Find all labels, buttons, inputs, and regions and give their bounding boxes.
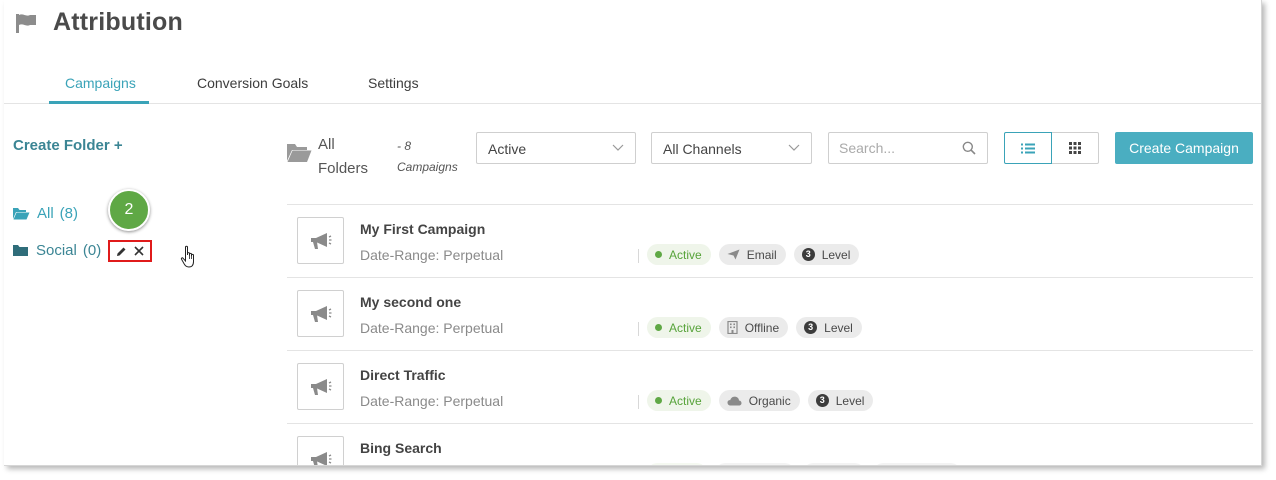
channel-filter-value: All Channels xyxy=(663,141,742,157)
tab-conversion-goals[interactable]: Conversion Goals xyxy=(197,75,308,91)
level-number: 3 xyxy=(815,394,829,407)
flag-icon xyxy=(16,14,36,33)
tab-campaigns[interactable]: Campaigns xyxy=(65,75,136,91)
channel-badge: Offline xyxy=(718,317,789,338)
status-dot-icon xyxy=(655,397,662,404)
level-number: 3 xyxy=(804,321,818,334)
search-input[interactable] xyxy=(829,133,949,163)
chevron-down-icon xyxy=(788,144,800,151)
channel-badge: Email xyxy=(718,244,786,265)
active-tab-indicator xyxy=(49,101,149,104)
campaign-name[interactable]: Bing Search xyxy=(360,440,442,456)
campaign-tags xyxy=(647,463,969,465)
level-badge-label: Level xyxy=(821,247,851,262)
chevron-down-icon xyxy=(612,144,624,151)
status-badge-label: Active xyxy=(669,393,702,408)
campaign-date-range: Date-Range: Perpetual xyxy=(360,393,504,409)
channel-badge-label: Offline xyxy=(744,320,780,335)
level-number: 3 xyxy=(801,248,815,261)
send-icon xyxy=(727,249,740,260)
megaphone-icon xyxy=(310,378,331,395)
cloud-icon xyxy=(727,396,742,406)
folder-count: (8) xyxy=(59,205,79,222)
campaign-thumbnail xyxy=(297,217,344,264)
level-badge-label: Level xyxy=(835,393,865,408)
search-field xyxy=(828,132,988,164)
folder-label: All xyxy=(37,205,54,222)
pencil-icon[interactable] xyxy=(116,246,127,257)
create-campaign-button[interactable]: Create Campaign xyxy=(1115,132,1253,164)
folder-open-icon xyxy=(13,208,30,220)
folder-item-all[interactable]: All (8) xyxy=(12,205,78,222)
folder-label: Social xyxy=(36,242,77,259)
level-badge-label: Level xyxy=(824,320,853,335)
status-badge xyxy=(647,463,707,465)
campaign-name[interactable]: My second one xyxy=(360,294,461,310)
folder-icon xyxy=(13,245,28,256)
megaphone-icon xyxy=(310,305,331,322)
status-badge: Active xyxy=(647,390,711,411)
campaign-tags: Active Offline 3 Level xyxy=(647,317,870,338)
level-badge: 3 Level xyxy=(807,390,874,411)
campaign-row[interactable]: Bing Search xyxy=(287,423,1253,465)
divider xyxy=(638,322,639,336)
divider xyxy=(638,249,639,263)
campaign-date-range: Date-Range: Perpetual xyxy=(360,247,504,263)
folder-open-icon xyxy=(287,144,312,162)
channel-badge-label: Email xyxy=(746,247,777,262)
building-icon xyxy=(727,321,738,334)
status-badge-label: Active xyxy=(669,320,702,335)
campaign-date-range: Date-Range: Perpetual xyxy=(360,320,504,336)
campaign-name[interactable]: My First Campaign xyxy=(360,221,485,237)
grid-icon xyxy=(1069,142,1081,154)
channel-badge: Organic xyxy=(718,390,800,411)
status-badge: Active xyxy=(647,244,711,265)
megaphone-icon xyxy=(310,451,331,465)
channel-badge-label: Organic xyxy=(748,393,791,408)
channel-badge xyxy=(715,463,795,465)
hand-cursor-icon xyxy=(180,245,194,268)
campaign-tags: Active Organic 3 Level xyxy=(647,390,881,411)
campaign-list: My First Campaign Date-Range: Perpetual … xyxy=(287,204,1253,465)
step-badge: 2 xyxy=(108,189,150,231)
campaign-count-text: - 8 Campaigns xyxy=(397,139,458,174)
divider xyxy=(638,395,639,409)
page-title: Attribution xyxy=(53,8,183,36)
breadcrumb-folder: All Folders xyxy=(318,136,369,177)
campaign-thumbnail xyxy=(297,363,344,410)
create-folder-button[interactable]: Create Folder + xyxy=(13,137,123,154)
tab-settings[interactable]: Settings xyxy=(368,75,419,91)
list-view-button[interactable] xyxy=(1004,132,1052,164)
level-badge: 3 Level xyxy=(796,317,862,338)
campaign-row[interactable]: Direct Traffic Date-Range: Perpetual Act… xyxy=(287,350,1253,423)
campaign-row[interactable]: My First Campaign Date-Range: Perpetual … xyxy=(287,204,1253,277)
level-badge xyxy=(803,463,865,465)
status-filter-select[interactable]: Active xyxy=(476,132,636,164)
campaign-row[interactable]: My second one Date-Range: Perpetual Acti… xyxy=(287,277,1253,350)
status-badge: Active xyxy=(647,317,711,338)
status-dot-icon xyxy=(655,324,662,331)
level-badge: 3 Level xyxy=(793,244,860,265)
megaphone-icon xyxy=(310,232,331,249)
list-icon xyxy=(1021,143,1035,153)
campaign-thumbnail xyxy=(297,290,344,337)
status-dot-icon xyxy=(655,251,662,258)
status-badge-label: Active xyxy=(669,247,702,262)
campaign-count: - 8 Campaigns xyxy=(397,136,467,178)
tab-bar: Campaigns Conversion Goals Settings xyxy=(4,65,1261,104)
app-window: Attribution Campaigns Conversion Goals S… xyxy=(4,0,1262,466)
status-filter-value: Active xyxy=(488,141,527,157)
campaign-tags: Active Email 3 Level xyxy=(647,244,867,265)
search-icon[interactable] xyxy=(962,141,976,155)
view-toggle xyxy=(1004,132,1099,164)
channel-filter-select[interactable]: All Channels xyxy=(651,132,812,164)
campaign-name[interactable]: Direct Traffic xyxy=(360,367,446,383)
grid-view-button[interactable] xyxy=(1052,132,1099,164)
close-icon[interactable] xyxy=(134,246,144,256)
folder-count: (0) xyxy=(82,242,102,259)
folder-actions-highlight xyxy=(108,240,152,262)
extra-badge xyxy=(873,463,961,465)
campaign-thumbnail xyxy=(297,436,344,465)
folder-item-social[interactable]: Social (0) xyxy=(12,242,101,259)
